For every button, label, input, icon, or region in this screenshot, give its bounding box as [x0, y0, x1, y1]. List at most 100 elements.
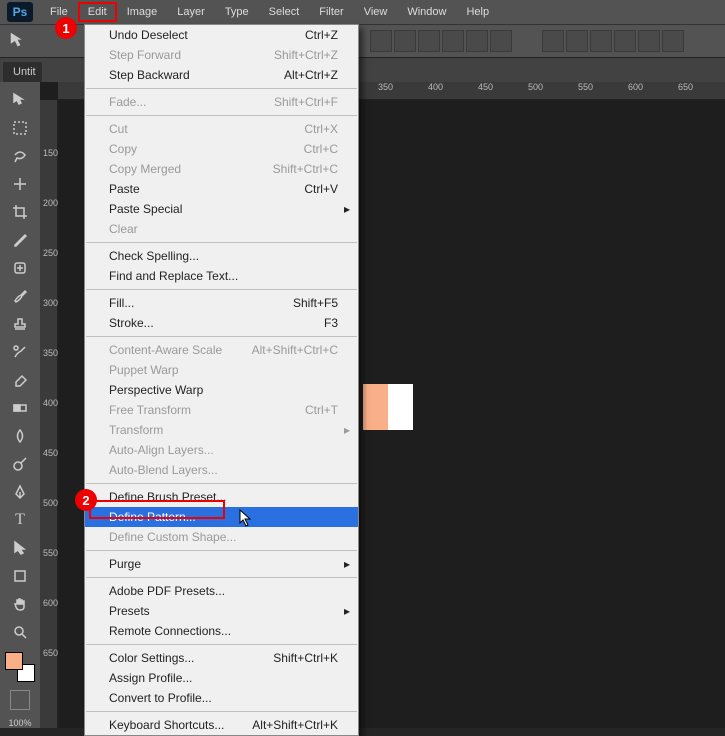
menu-type[interactable]: Type: [215, 2, 259, 22]
menu-item-content-aware-scale: Content-Aware ScaleAlt+Shift+Ctrl+C: [85, 340, 358, 360]
move-tool-icon[interactable]: [8, 88, 32, 112]
menu-item-label: Clear: [109, 222, 138, 236]
marquee-tool-icon[interactable]: [8, 116, 32, 140]
menu-item-label: Auto-Align Layers...: [109, 443, 214, 457]
menu-item-remote-connections[interactable]: Remote Connections...: [85, 621, 358, 641]
eyedropper-tool-icon[interactable]: [8, 228, 32, 252]
menu-item-shortcut: Alt+Shift+Ctrl+C: [252, 343, 338, 357]
menu-item-shortcut: Shift+Ctrl+F: [274, 95, 338, 109]
brush-tool-icon[interactable]: [8, 284, 32, 308]
menu-separator: [86, 644, 357, 645]
blur-tool-icon[interactable]: [8, 424, 32, 448]
dist-btn[interactable]: [614, 30, 636, 52]
menu-item-shortcut: Shift+Ctrl+C: [273, 162, 338, 176]
ruler-tick: 200: [43, 198, 58, 208]
menu-item-shortcut: F3: [324, 316, 338, 330]
align-btn[interactable]: [370, 30, 392, 52]
path-select-tool-icon[interactable]: [8, 536, 32, 560]
menu-item-undo-deselect[interactable]: Undo DeselectCtrl+Z: [85, 25, 358, 45]
menu-help[interactable]: Help: [456, 2, 499, 22]
menu-item-define-custom-shape: Define Custom Shape...: [85, 527, 358, 547]
align-btn[interactable]: [442, 30, 464, 52]
menu-item-paste-special[interactable]: Paste Special▸: [85, 199, 358, 219]
menu-item-adobe-pdf-presets[interactable]: Adobe PDF Presets...: [85, 581, 358, 601]
fg-color-swatch[interactable]: [5, 652, 23, 670]
dist-btn[interactable]: [542, 30, 564, 52]
menu-item-label: Paste Special: [109, 202, 182, 216]
submenu-arrow-icon: ▸: [344, 604, 350, 618]
menu-item-assign-profile[interactable]: Assign Profile...: [85, 668, 358, 688]
menu-separator: [86, 711, 357, 712]
hand-tool-icon[interactable]: [8, 592, 32, 616]
ruler-tick: 600: [43, 598, 58, 608]
eraser-tool-icon[interactable]: [8, 368, 32, 392]
menu-item-paste[interactable]: PasteCtrl+V: [85, 179, 358, 199]
dist-btn[interactable]: [566, 30, 588, 52]
dist-btn[interactable]: [638, 30, 660, 52]
menu-item-check-spelling[interactable]: Check Spelling...: [85, 246, 358, 266]
menu-layer[interactable]: Layer: [167, 2, 215, 22]
menu-item-shortcut: Shift+F5: [293, 296, 338, 310]
menu-item-presets[interactable]: Presets▸: [85, 601, 358, 621]
history-brush-tool-icon[interactable]: [8, 340, 32, 364]
healing-brush-tool-icon[interactable]: [8, 256, 32, 280]
menu-item-define-pattern[interactable]: Define Pattern...: [85, 507, 358, 527]
menu-item-convert-to-profile[interactable]: Convert to Profile...: [85, 688, 358, 708]
menu-item-copy: CopyCtrl+C: [85, 139, 358, 159]
menu-item-shortcut: Ctrl+V: [304, 182, 338, 196]
menu-edit[interactable]: Edit: [78, 2, 117, 22]
lasso-tool-icon[interactable]: [8, 144, 32, 168]
menu-filter[interactable]: Filter: [309, 2, 353, 22]
menu-item-label: Fade...: [109, 95, 146, 109]
menu-item-keyboard-shortcuts[interactable]: Keyboard Shortcuts...Alt+Shift+Ctrl+K: [85, 715, 358, 735]
color-swatches[interactable]: [5, 652, 35, 682]
cursor-icon: [239, 509, 253, 532]
stamp-tool-icon[interactable]: [8, 312, 32, 336]
quick-mask-toggle[interactable]: [10, 690, 30, 710]
dist-btn[interactable]: [662, 30, 684, 52]
quick-select-tool-icon[interactable]: [8, 172, 32, 196]
menu-item-label: Define Brush Preset...: [109, 490, 226, 504]
menu-item-cut: CutCtrl+X: [85, 119, 358, 139]
menu-item-free-transform: Free TransformCtrl+T: [85, 400, 358, 420]
zoom-level: 100%: [0, 718, 40, 728]
menu-item-auto-blend-layers: Auto-Blend Layers...: [85, 460, 358, 480]
zoom-tool-icon[interactable]: [8, 620, 32, 644]
callout-1: 1: [55, 17, 77, 39]
align-btn[interactable]: [490, 30, 512, 52]
dodge-tool-icon[interactable]: [8, 452, 32, 476]
menu-item-find-and-replace-text[interactable]: Find and Replace Text...: [85, 266, 358, 286]
gradient-tool-icon[interactable]: [8, 396, 32, 420]
menu-item-perspective-warp[interactable]: Perspective Warp: [85, 380, 358, 400]
menu-item-shortcut: Alt+Shift+Ctrl+K: [252, 718, 338, 732]
dist-btn[interactable]: [590, 30, 612, 52]
pen-tool-icon[interactable]: [8, 480, 32, 504]
menu-item-fill[interactable]: Fill...Shift+F5: [85, 293, 358, 313]
menu-item-step-backward[interactable]: Step BackwardAlt+Ctrl+Z: [85, 65, 358, 85]
menu-item-purge[interactable]: Purge▸: [85, 554, 358, 574]
menu-item-color-settings[interactable]: Color Settings...Shift+Ctrl+K: [85, 648, 358, 668]
menu-window[interactable]: Window: [397, 2, 456, 22]
align-btn[interactable]: [466, 30, 488, 52]
menu-separator: [86, 550, 357, 551]
menu-select[interactable]: Select: [259, 2, 310, 22]
menu-item-shortcut: Ctrl+X: [304, 122, 338, 136]
menu-separator: [86, 242, 357, 243]
type-tool-icon[interactable]: T: [8, 508, 32, 532]
crop-tool-icon[interactable]: [8, 200, 32, 224]
ruler-tick: 450: [478, 82, 493, 92]
menu-item-label: Color Settings...: [109, 651, 194, 665]
menu-item-puppet-warp: Puppet Warp: [85, 360, 358, 380]
ruler-tick: 400: [428, 82, 443, 92]
align-btn[interactable]: [394, 30, 416, 52]
menu-item-define-brush-preset[interactable]: Define Brush Preset...: [85, 487, 358, 507]
menu-item-stroke[interactable]: Stroke...F3: [85, 313, 358, 333]
ruler-tick: 600: [628, 82, 643, 92]
menu-separator: [86, 483, 357, 484]
menu-view[interactable]: View: [354, 2, 398, 22]
shape-tool-icon[interactable]: [8, 564, 32, 588]
menu-item-shortcut: Shift+Ctrl+Z: [274, 48, 338, 62]
align-btn[interactable]: [418, 30, 440, 52]
menu-image[interactable]: Image: [117, 2, 168, 22]
document-tab[interactable]: Untit: [3, 62, 42, 82]
